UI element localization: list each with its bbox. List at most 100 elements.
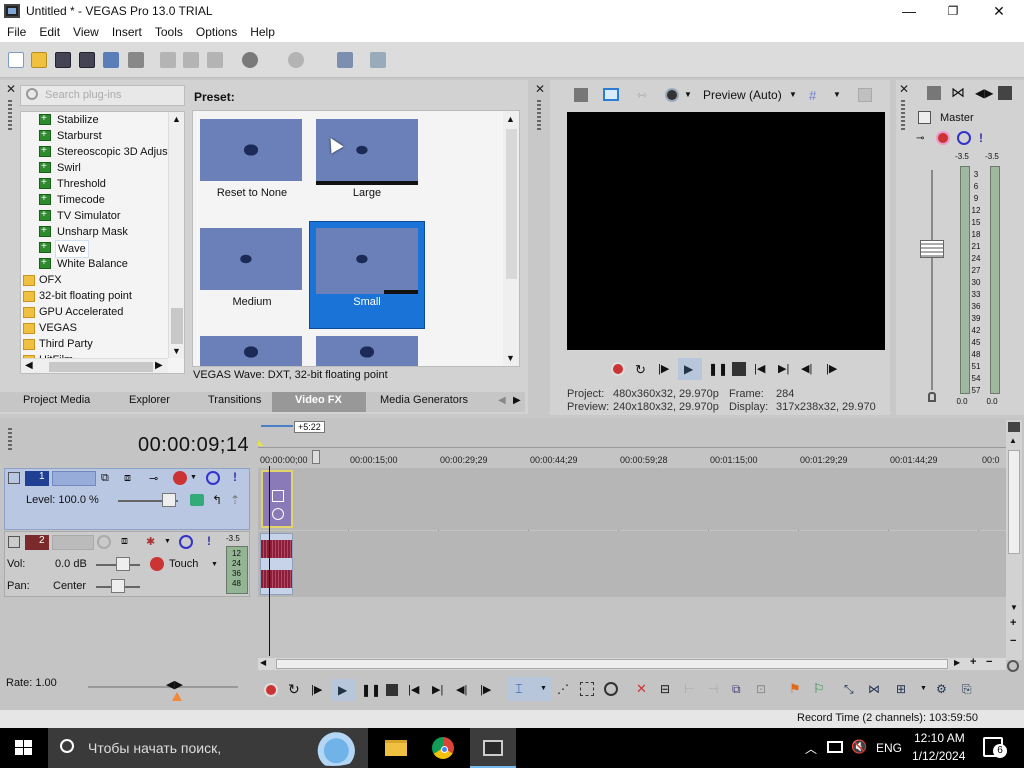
tab-explorer[interactable]: Explorer [129,394,170,406]
track-fx-icon[interactable]: ⧈ [124,472,131,485]
panel-grip[interactable] [537,100,541,130]
mute-track-icon[interactable] [179,535,193,549]
tab-project-media[interactable]: Project Media [23,394,90,406]
tree-horizontal-scrollbar[interactable]: ◀ ▶ [21,358,168,373]
next-frame-icon[interactable]: |▶ [480,683,491,696]
scroll-down-icon[interactable]: ▼ [506,353,515,363]
preset-thumbnail[interactable] [200,228,302,290]
insert-fx-icon[interactable]: ⊸ [916,133,924,144]
go-to-start-icon[interactable]: |◀ [408,683,419,696]
timeline-horizontal-scrollbar[interactable]: ◀ ▶ + − [258,656,1006,670]
clock-time[interactable]: 12:10 AM [914,731,965,745]
timeline-grip[interactable] [8,428,12,450]
tab-scroll-right-icon[interactable]: ▶ [513,395,521,406]
composite-mode-icon[interactable]: ⊸ [149,472,158,485]
downmix-icon[interactable]: ⋈ [951,84,965,101]
go-to-start-icon[interactable]: |◀ [754,362,768,376]
tree-vertical-scrollbar[interactable]: ▲ ▼ [168,112,184,358]
save-icon[interactable] [55,52,71,68]
loop-playback-icon[interactable]: ↻ [635,362,649,377]
dim-output-icon[interactable]: ◀▶ [975,86,993,100]
play-icon[interactable]: ▶ [684,362,698,376]
scroll-down-icon[interactable]: ▼ [172,346,181,356]
loop-region-bar[interactable] [261,425,293,427]
menu-edit[interactable]: Edit [32,25,66,39]
preset-thumbnail[interactable] [200,119,302,181]
arm-record-icon[interactable] [97,535,111,549]
panel-grip[interactable] [901,100,905,130]
redo-icon[interactable] [288,52,304,68]
plugin-search-input[interactable]: Search plug-ins [20,85,185,106]
record-icon[interactable] [611,362,625,376]
master-fader-handle[interactable] [920,240,944,258]
preset-label-medium[interactable]: Medium [193,296,311,308]
automation-gear-icon[interactable] [150,557,164,571]
scroll-right-icon[interactable]: ▶ [155,360,163,371]
scroll-thumb[interactable] [276,659,948,669]
trim-end-icon[interactable]: ⊣ [708,682,718,696]
split-icon[interactable]: ⧉ [732,682,741,697]
preset-gallery[interactable]: Reset to None Large Medium Small ▲ ▼ [192,110,520,367]
go-to-end-icon[interactable]: ▶| [432,683,443,696]
envelope-tool-icon[interactable]: ⋰ [557,682,569,696]
fx-dropdown-icon[interactable]: ▼ [190,474,197,481]
previous-frame-icon[interactable]: ◀| [456,683,467,696]
audio-event-clip[interactable] [260,533,293,595]
whats-this-help-icon[interactable] [370,52,386,68]
automation-dropdown-icon[interactable]: ▼ [164,538,171,545]
network-icon[interactable] [827,741,843,753]
menu-view[interactable]: View [66,25,105,39]
preset-label-large[interactable]: Large [308,187,426,199]
menu-insert[interactable]: Insert [105,25,148,39]
loop-playback-icon[interactable]: ↻ [288,681,300,698]
maximize-track-icon[interactable] [1008,422,1020,432]
new-file-icon[interactable] [8,52,24,68]
ruler-cursor-handle[interactable] [312,450,320,464]
save-as-icon[interactable] [79,52,95,68]
record-icon[interactable] [264,683,278,697]
scroll-down-icon[interactable]: ▼ [1010,603,1018,612]
play-icon[interactable]: ▶ [338,683,347,697]
lock-icon[interactable]: ⊡ [756,682,766,696]
scroll-thumb[interactable] [506,129,517,279]
video-track-name-field[interactable] [52,471,96,486]
tab-video-fx[interactable]: Video FX [295,394,342,406]
play-from-start-icon[interactable]: |▶ [311,683,322,696]
panel-close-icon[interactable]: ✕ [6,82,16,96]
cut-icon[interactable] [160,52,176,68]
scroll-thumb[interactable] [49,362,153,372]
snapping-icon[interactable]: ⤡ [844,682,854,697]
trim-icon[interactable]: ⊟ [660,682,670,696]
panel-grip[interactable] [8,100,12,130]
tab-scroll-left-icon[interactable]: ◀ [498,395,506,406]
scroll-thumb[interactable] [1008,450,1020,554]
undo-icon[interactable] [242,52,258,68]
ripple-dropdown-icon[interactable]: ▼ [920,685,927,692]
zoom-in-time-icon[interactable]: + [970,656,976,668]
track-collapse-icon[interactable] [8,472,20,484]
track-motion-icon[interactable]: ⧉ [101,472,109,485]
rate-slider-handle[interactable]: ◀▶ [166,678,183,691]
menu-file[interactable]: File [0,25,32,39]
preset-thumbnail[interactable] [316,228,418,290]
audio-track-name-field[interactable] [52,535,94,550]
preset-thumbnail[interactable] [200,336,302,366]
tab-transitions[interactable]: Transitions [208,394,261,406]
volume-slider-handle[interactable] [116,557,130,571]
cleanup-brush-icon[interactable] [337,52,353,68]
pause-icon[interactable]: ❚❚ [361,683,381,697]
preview-quality-dropdown-icon[interactable]: ▼ [789,90,797,99]
trim-start-icon[interactable]: ⊢ [684,682,694,696]
menu-options[interactable]: Options [189,25,243,39]
auto-crossfade-icon[interactable]: ⋈ [868,682,880,696]
next-frame-icon[interactable]: |▶ [826,362,840,376]
ignore-grouping-icon[interactable]: ⎘ [962,682,972,697]
render-as-icon[interactable] [103,52,119,68]
play-from-start-icon[interactable]: |▶ [658,362,672,376]
video-track-lane[interactable] [258,468,1006,530]
scroll-up-icon[interactable]: ▲ [172,114,181,124]
paste-icon[interactable] [207,52,223,68]
zoom-out-vertical-icon[interactable]: − [1010,635,1016,647]
preset-label-reset[interactable]: Reset to None [193,187,311,199]
maximize-button[interactable]: ❐ [930,0,976,22]
